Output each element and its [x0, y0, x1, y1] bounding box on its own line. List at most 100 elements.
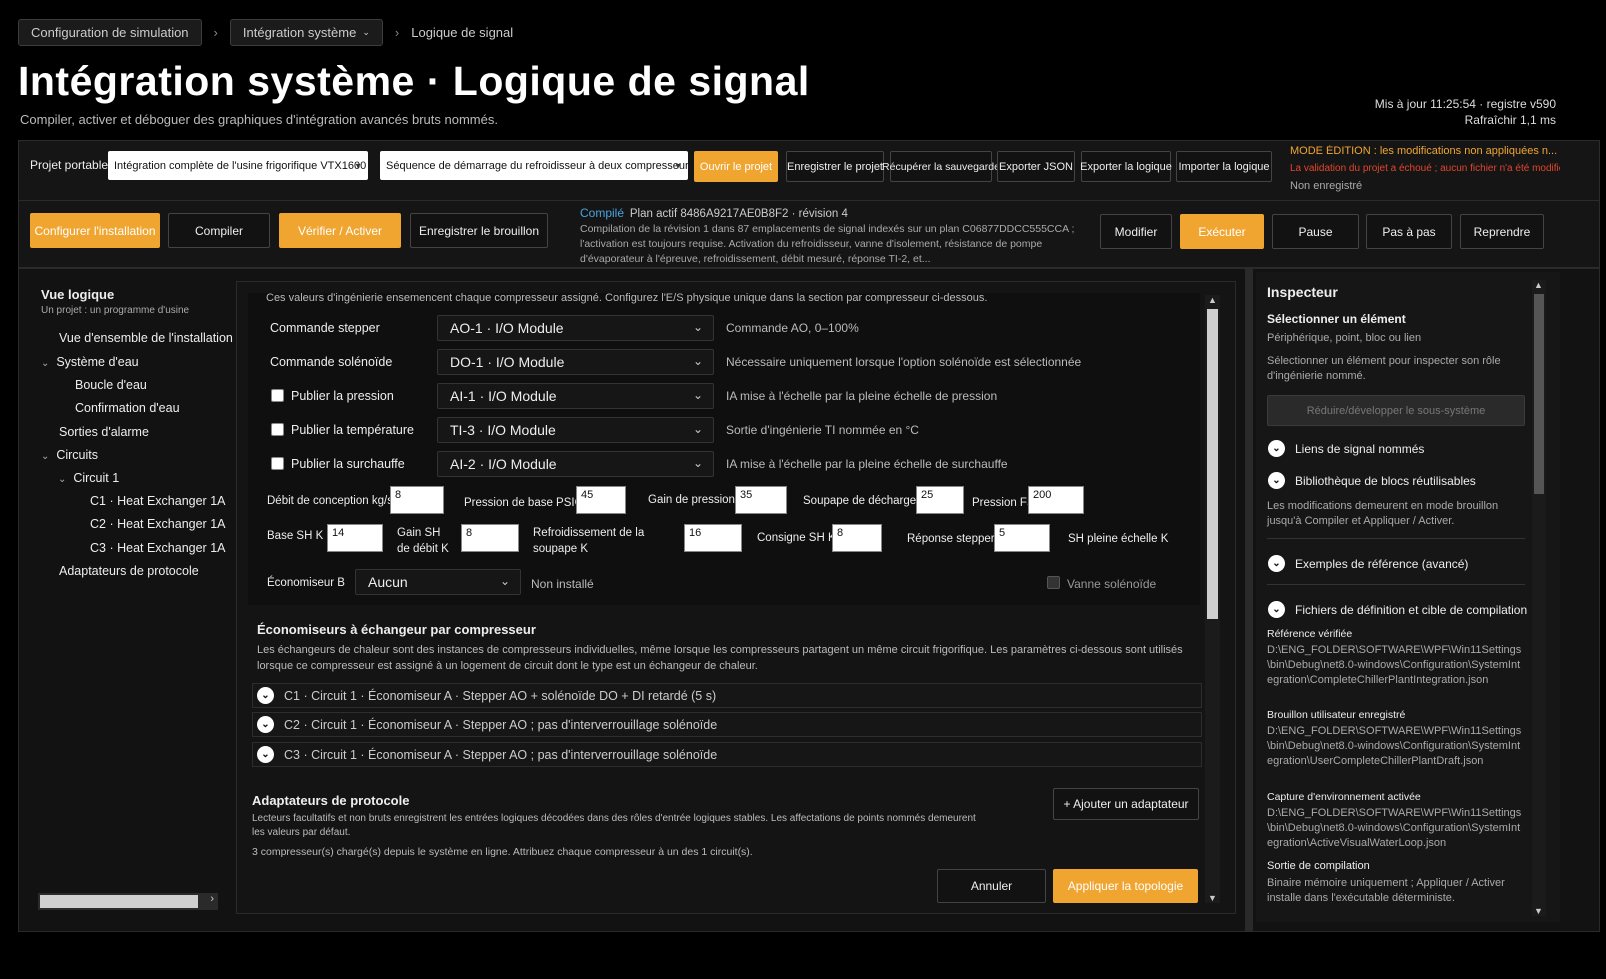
nav-item-protocol-adapters[interactable]: Adaptateurs de protocole	[59, 564, 199, 578]
stepper-response-input[interactable]: 5	[994, 524, 1050, 552]
pressure-fs-input[interactable]: 200	[1028, 486, 1084, 514]
page-title: Intégration système · Logique de signal	[18, 58, 810, 104]
export-logic-button[interactable]: Exporter la logique	[1080, 151, 1172, 182]
accordion-c1[interactable]: ⌄ C1 · Circuit 1 · Économiseur A · Steppe…	[252, 683, 1202, 708]
save-draft-button[interactable]: Enregistrer le brouillon	[410, 213, 548, 248]
configure-installation-button[interactable]: Configurer l'installation	[30, 213, 160, 248]
logic-view-nav	[31, 281, 226, 916]
pressure-hint: IA mise à l'échelle par la pleine échell…	[726, 389, 998, 403]
publish-superheat-checkbox[interactable]	[271, 457, 284, 470]
sequence-select[interactable]: Séquence de démarrage du refroidisseur à…	[380, 151, 688, 180]
design-flow-input[interactable]: 8	[390, 486, 444, 514]
scrollbar-thumb[interactable]	[1207, 309, 1218, 619]
inspector-title: Inspecteur	[1267, 284, 1338, 300]
chevron-down-icon: ⌄	[257, 716, 274, 733]
update-status: Mis à jour 11:25:54 · registre v590 Rafr…	[1374, 97, 1556, 127]
breadcrumb-simulation-config[interactable]: Configuration de simulation	[18, 19, 202, 46]
inspector-scrollbar[interactable]: ▲ ▼	[1532, 280, 1546, 916]
sh-base-input[interactable]: 14	[327, 524, 383, 552]
scrollbar-thumb[interactable]	[1534, 294, 1544, 494]
recover-save-button[interactable]: Récupérer la sauvegarde	[882, 151, 1000, 182]
step-button[interactable]: Pas à pas	[1366, 214, 1452, 249]
publish-temperature-checkbox[interactable]	[271, 423, 284, 436]
divider	[1267, 538, 1525, 539]
economizers-section-title: Économiseurs à échangeur par compresseur	[257, 622, 536, 637]
open-project-button[interactable]: Ouvrir le projet	[694, 151, 778, 182]
base-pressure-input[interactable]: 45	[576, 486, 626, 514]
execute-button[interactable]: Exécuter	[1180, 214, 1264, 249]
named-signal-links-toggle[interactable]: ⌄ Liens de signal nommés	[1268, 440, 1424, 457]
arrow-up-icon[interactable]: ▲	[1534, 280, 1543, 290]
add-adapter-button[interactable]: + Ajouter un adaptateur	[1053, 788, 1199, 820]
definition-files-toggle[interactable]: ⌄ Fichiers de définition et cible de comp…	[1268, 601, 1527, 618]
nav-title: Vue logique	[41, 287, 115, 302]
pressure-fs-label: Pression FS	[972, 497, 1035, 509]
accordion-c2[interactable]: ⌄ C2 · Circuit 1 · Économiseur A · Steppe…	[252, 712, 1202, 737]
breadcrumb: Configuration de simulation › Intégratio…	[18, 19, 513, 46]
collapse-subsystem-button[interactable]: Réduire/développer le sous-système	[1267, 395, 1525, 426]
sh-gain-input[interactable]: 8	[461, 524, 519, 552]
publish-superheat-label: Publier la surchauffe	[291, 457, 405, 471]
nav-item-c2[interactable]: C2 · Heat Exchanger 1A	[90, 517, 226, 531]
project-select[interactable]: Intégration complète de l'usine frigorif…	[108, 151, 368, 180]
main-vertical-scrollbar[interactable]: ▲ ▼	[1205, 295, 1220, 903]
nav-item-c1[interactable]: C1 · Heat Exchanger 1A	[90, 494, 226, 508]
nav-horizontal-scrollbar[interactable]: ›	[38, 893, 218, 910]
import-logic-button[interactable]: Importer la logique	[1176, 151, 1272, 182]
chevron-down-icon: ⌄	[41, 358, 50, 369]
nav-item-circuit-1[interactable]: ⌄ Circuit 1	[58, 471, 119, 485]
accordion-c3[interactable]: ⌄ C3 · Circuit 1 · Économiseur A · Steppe…	[252, 742, 1202, 767]
valve-cooling-label: Refroidissement de la soupape K	[533, 527, 645, 555]
apply-topology-button[interactable]: Appliquer la topologie	[1053, 869, 1198, 903]
pressure-gain-input[interactable]: 35	[735, 486, 787, 514]
validation-error: La validation du projet a échoué ; aucun…	[1290, 163, 1560, 174]
verify-activate-button[interactable]: Vérifier / Activer	[279, 213, 401, 248]
solenoid-select[interactable]: DO-1 · I/O Module ⌄	[437, 349, 714, 375]
compile-button[interactable]: Compiler	[168, 213, 270, 248]
arrow-up-icon[interactable]: ▲	[1208, 295, 1217, 305]
chevron-down-icon: ⌄	[692, 354, 703, 368]
compile-output-title: Sortie de compilation	[1267, 860, 1370, 872]
nav-item-water-loop[interactable]: Boucle d'eau	[75, 378, 147, 392]
solenoid-valve-label: Vanne solénoïde	[1067, 577, 1157, 591]
nav-item-alarm-outputs[interactable]: Sorties d'alarme	[59, 425, 149, 439]
solenoid-valve-checkbox[interactable]	[1047, 576, 1060, 589]
draft-note: Les modifications demeurent en mode brou…	[1267, 500, 1499, 527]
superheat-select[interactable]: AI-2 · I/O Module ⌄	[437, 451, 714, 477]
pressure-select[interactable]: AI-1 · I/O Module ⌄	[437, 383, 714, 409]
sh-fullscale-label: SH pleine échelle K	[1068, 533, 1169, 545]
stepper-select[interactable]: AO-1 · I/O Module ⌄	[437, 315, 714, 341]
save-project-button[interactable]: Enregistrer le projet	[786, 151, 884, 182]
breadcrumb-system-integration[interactable]: Intégration système ⌄	[229, 19, 383, 46]
temperature-select[interactable]: TI-3 · I/O Module ⌄	[437, 417, 714, 443]
pause-button[interactable]: Pause	[1272, 214, 1359, 249]
nav-item-water-confirm[interactable]: Confirmation d'eau	[75, 401, 180, 415]
modify-button[interactable]: Modifier	[1100, 214, 1172, 249]
env-capture-path: D:\ENG_FOLDER\SOFTWARE\WPF\Win11Settings…	[1267, 807, 1522, 849]
relief-valve-input[interactable]: 25	[916, 486, 964, 514]
publish-pressure-checkbox[interactable]	[271, 389, 284, 402]
economizer-select[interactable]: Aucun ⌄	[355, 569, 521, 595]
chevron-down-icon: ⌄	[362, 27, 370, 37]
valve-cooling-input[interactable]: 16	[684, 524, 742, 552]
arrow-down-icon[interactable]: ▼	[1534, 906, 1543, 916]
sh-setpoint-label: Consigne SH K	[757, 532, 836, 544]
nav-item-circuits[interactable]: ⌄ Circuits	[41, 448, 98, 462]
arrow-down-icon[interactable]: ▼	[1208, 893, 1217, 903]
sh-setpoint-input[interactable]: 8	[832, 524, 882, 552]
select-element-desc: Sélectionner un élément pour inspecter s…	[1267, 355, 1501, 382]
reference-examples-toggle[interactable]: ⌄ Exemples de référence (avancé)	[1268, 555, 1468, 572]
divider	[1267, 584, 1525, 585]
arrow-right-icon[interactable]: ›	[210, 893, 214, 905]
cancel-button[interactable]: Annuler	[937, 869, 1046, 903]
chevron-down-icon: ⌄	[1268, 555, 1285, 572]
block-library-toggle[interactable]: ⌄ Bibliothèque de blocs réutilisables	[1268, 472, 1476, 489]
resume-button[interactable]: Reprendre	[1460, 214, 1544, 249]
nav-item-water-system[interactable]: ⌄ Système d'eau	[41, 355, 139, 369]
nav-item-c3[interactable]: C3 · Heat Exchanger 1A	[90, 541, 226, 555]
stepper-label: Commande stepper	[270, 321, 380, 335]
splitter[interactable]	[1245, 268, 1253, 932]
nav-item-overview[interactable]: Vue d'ensemble de l'installation	[59, 331, 233, 345]
scrollbar-thumb[interactable]	[40, 895, 198, 908]
export-json-button[interactable]: Exporter JSON	[997, 151, 1075, 182]
